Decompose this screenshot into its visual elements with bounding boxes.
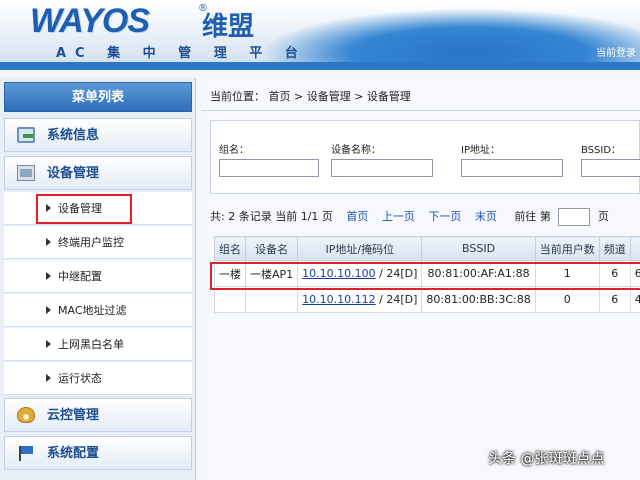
goto-label: 前往 第 [514, 210, 551, 223]
highlight-box-device-row [210, 262, 640, 290]
sidebar-item-run-status[interactable]: 运行状态 [4, 362, 192, 395]
sidebar-group-label: 系统信息 [47, 128, 100, 143]
sidebar-group-label: 云控管理 [47, 408, 100, 423]
logo-text: WAYOS [30, 2, 150, 40]
cell-group [214, 286, 246, 313]
page-number-input[interactable] [558, 208, 591, 226]
triangle-right-icon [46, 238, 51, 246]
watermark: 头条 @张斑斑点点 [488, 451, 605, 467]
triangle-right-icon [46, 340, 51, 348]
bssid-label: BSSID： [581, 145, 622, 156]
bssid-input[interactable] [581, 159, 640, 177]
column-header-device-name[interactable]: 设备名 [244, 236, 299, 261]
header-login-status: 当前登录 [596, 48, 636, 59]
pagination: 共: 2 条记录 当前 1/1 页 首页 上一页 下一页 末页 前往 第 页 [210, 208, 609, 226]
device-name-input[interactable] [331, 159, 433, 177]
header-band [0, 62, 640, 70]
sidebar: 菜单列表 系统信息 设备管理 设备管理 终端用户监控 中继配置 MAC地址过滤 … [0, 78, 196, 480]
monitor-icon [17, 127, 35, 143]
table-row[interactable]: 10.10.10.112 / 24[D] 80:81:00:BB:3C:88 0… [214, 286, 640, 313]
cell-ip: 10.10.10.112 / 24[D] [297, 286, 423, 313]
header-swoosh [260, 8, 640, 70]
last-page-link[interactable]: 末页 [475, 210, 497, 223]
mask-text: / 24[D] [375, 293, 418, 306]
cell-users: 0 [534, 286, 600, 313]
next-page-link[interactable]: 下一页 [428, 210, 461, 223]
logo-cn: 维盟 [202, 12, 255, 42]
sidebar-item-label: MAC地址过滤 [58, 304, 127, 317]
sidebar-group-cloud-control[interactable]: 云控管理 [4, 398, 192, 432]
ip-address-label: IP地址： [461, 145, 500, 156]
sidebar-item-label: 中继配置 [58, 270, 102, 283]
sidebar-group-label: 设备管理 [47, 166, 100, 181]
sidebar-item-terminal-monitor[interactable]: 终端用户监控 [4, 226, 192, 259]
triangle-right-icon [46, 272, 51, 280]
breadcrumb-divider [202, 110, 640, 111]
column-header-bssid[interactable]: BSSID [421, 236, 536, 261]
cell-device-name [244, 286, 299, 313]
sidebar-item-relay-config[interactable]: 中继配置 [4, 260, 192, 293]
sidebar-group-device-management[interactable]: 设备管理 [4, 156, 192, 190]
sidebar-item-blacklist[interactable]: 上网黑白名单 [4, 328, 192, 361]
column-header-ip[interactable]: IP地址/掩码位 [297, 236, 423, 261]
sidebar-item-mac-filter[interactable]: MAC地址过滤 [4, 294, 192, 327]
cell-bssid: 80:81:00:BB:3C:88 [421, 286, 536, 313]
column-header-extra [629, 236, 640, 261]
triangle-right-icon [46, 374, 51, 382]
prev-page-link[interactable]: 上一页 [382, 210, 415, 223]
group-name-input[interactable] [219, 159, 319, 177]
sidebar-group-system-config[interactable]: 系统配置 [4, 436, 192, 470]
ip-link[interactable]: 10.10.10.112 [302, 293, 375, 306]
column-header-channel[interactable]: 频道 [598, 236, 631, 261]
cell-channel: 6 [598, 286, 631, 313]
record-summary: 共: 2 条记录 当前 1/1 页 [210, 210, 333, 223]
breadcrumb: 当前位置： 首页 > 设备管理 > 设备管理 [210, 90, 411, 103]
sidebar-group-system-info[interactable]: 系统信息 [4, 118, 192, 152]
first-page-link[interactable]: 首页 [346, 210, 368, 223]
main-content: 当前位置： 首页 > 设备管理 > 设备管理 组名： 设备名称： IP地址： B… [202, 78, 640, 480]
ip-address-input[interactable] [461, 159, 563, 177]
triangle-right-icon [46, 306, 51, 314]
group-name-label: 组名： [219, 145, 249, 156]
page-suffix: 页 [597, 210, 609, 223]
column-header-users[interactable]: 当前用户数 [534, 236, 600, 261]
cloud-icon [17, 407, 35, 423]
highlight-box-device-management [36, 194, 132, 224]
app-header: WAYOS ® 维盟 AC 集 中 管 理 平 台 当前登录 [0, 0, 640, 70]
column-header-group[interactable]: 组名 [214, 236, 246, 261]
device-name-label: 设备名称： [331, 145, 381, 156]
sidebar-item-label: 运行状态 [58, 372, 102, 385]
filter-panel: 组名： 设备名称： IP地址： BSSID： [210, 120, 640, 194]
flag-icon [17, 445, 35, 461]
platform-subtitle: AC 集 中 管 理 平 台 [56, 46, 307, 61]
sidebar-item-label: 上网黑白名单 [58, 338, 124, 351]
sidebar-item-label: 终端用户监控 [58, 236, 124, 249]
cell-extra: 48 [629, 286, 640, 313]
table-header-row: 组名 设备名 IP地址/掩码位 BSSID 当前用户数 频道 [214, 236, 640, 261]
sidebar-title: 菜单列表 [4, 82, 192, 112]
devices-icon [17, 165, 35, 181]
sidebar-group-label: 系统配置 [47, 446, 100, 461]
